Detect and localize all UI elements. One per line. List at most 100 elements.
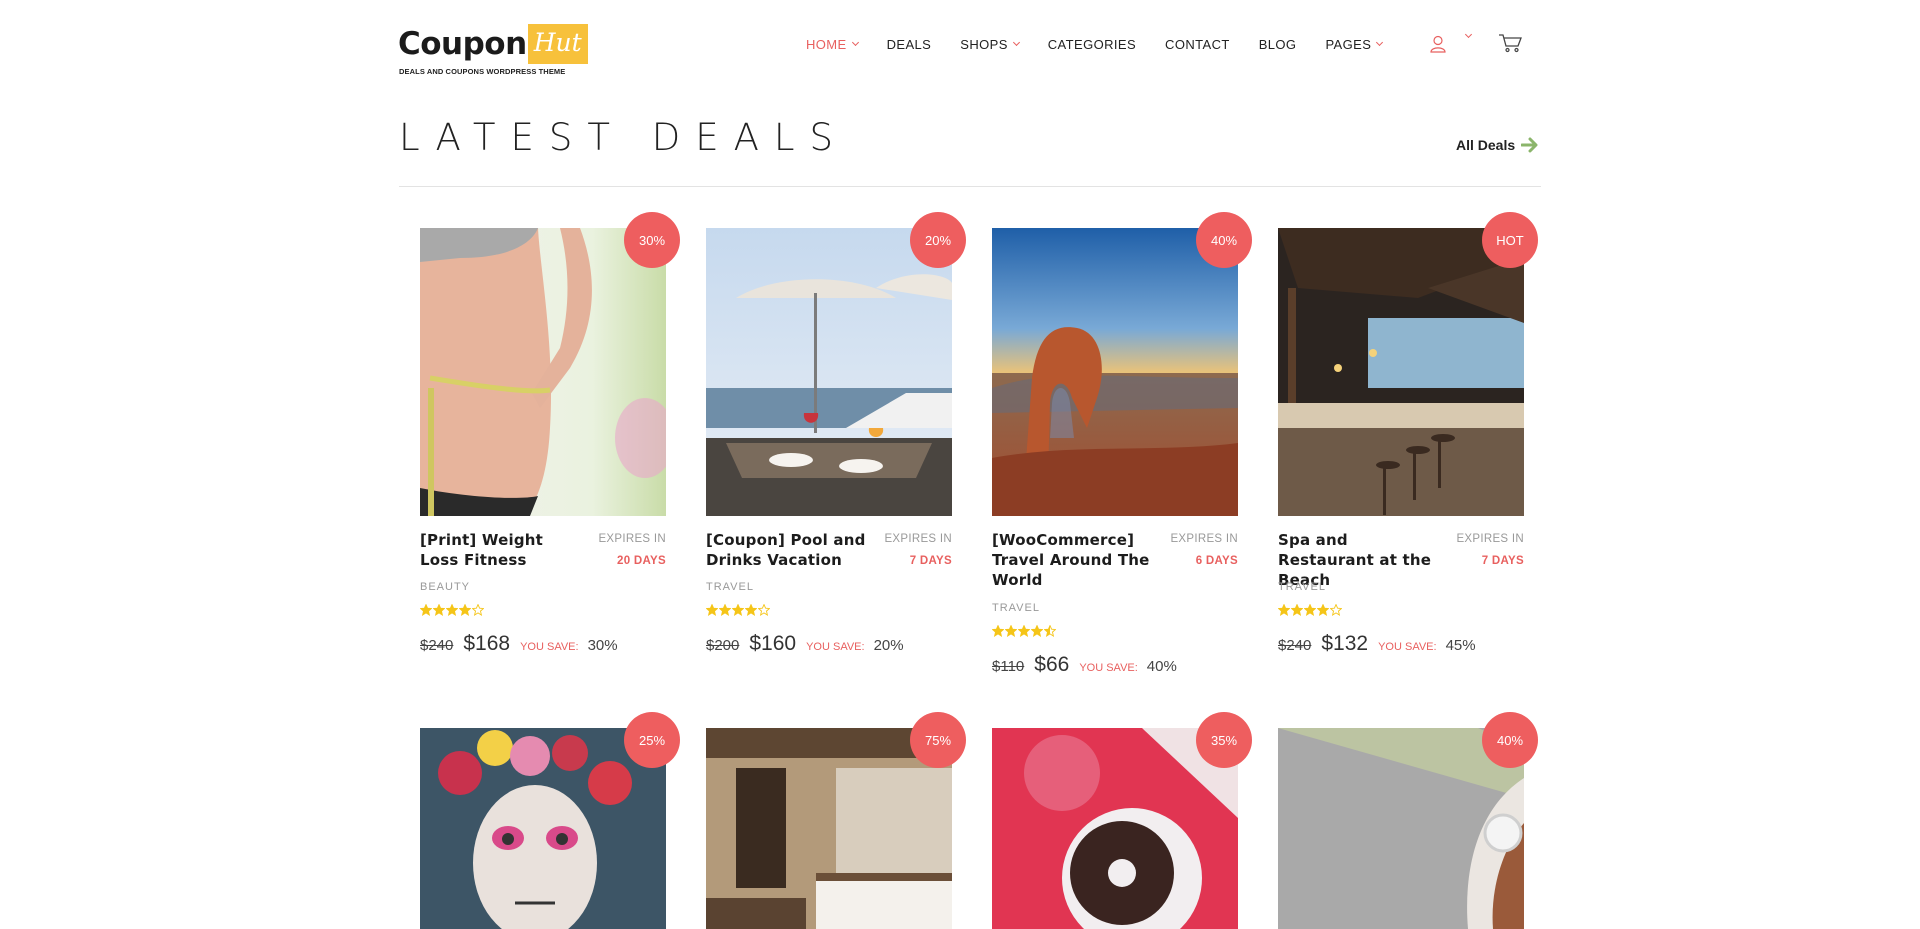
save-label: YOU SAVE: — [806, 641, 865, 653]
star-rating — [992, 625, 1056, 637]
deal-image-hotel[interactable] — [706, 728, 952, 929]
arrow-right-icon — [1521, 137, 1538, 153]
section-title: LATEST DEALS — [399, 116, 849, 159]
deal-image-headphones[interactable] — [1278, 728, 1524, 929]
section-divider — [399, 186, 1541, 187]
new-price: $168 — [463, 632, 511, 655]
deal-image-spa[interactable] — [1278, 228, 1524, 516]
deal-category[interactable]: BEAUTY — [420, 581, 470, 593]
old-price: $240 — [420, 637, 454, 654]
deal-card[interactable]: 20% [Coupon] Pool and Drinks Vacation EX… — [706, 212, 966, 688]
price-row: $110 $66 YOU SAVE: 40% — [992, 653, 1177, 677]
nav-item-categories[interactable]: CATEGORIES — [1048, 37, 1136, 52]
chevron-down-icon — [1012, 38, 1020, 46]
price-row: $240 $168 YOU SAVE: 30% — [420, 632, 618, 656]
hot-badge: HOT — [1482, 212, 1538, 268]
star-full-icon — [1031, 625, 1043, 637]
deal-card[interactable]: 75% — [706, 712, 966, 929]
old-price: $110 — [992, 658, 1025, 675]
star-full-icon — [1291, 604, 1303, 616]
nav-item-blog[interactable]: BLOG — [1259, 37, 1297, 52]
discount-badge: 40% — [1196, 212, 1252, 268]
deal-image-travel[interactable] — [992, 228, 1238, 516]
save-label: YOU SAVE: — [520, 641, 579, 653]
main-nav: HOME DEALS SHOPS CATEGORIES CONTACT BLOG… — [806, 34, 1411, 54]
all-deals-link[interactable]: All Deals — [1456, 137, 1539, 153]
discount-badge: 75% — [910, 712, 966, 768]
star-full-icon — [1317, 604, 1329, 616]
save-value: 45% — [1445, 637, 1476, 654]
star-full-icon — [446, 604, 458, 616]
nav-item-label: CATEGORIES — [1047, 36, 1137, 52]
nav-item-pages[interactable]: PAGES — [1325, 36, 1384, 52]
deal-card[interactable]: 35% — [992, 712, 1252, 929]
deal-title[interactable]: [Print] Weight Loss Fitness — [420, 530, 580, 570]
expires-value: 20 DAYS — [617, 555, 666, 567]
star-full-icon — [745, 604, 757, 616]
deal-image-donut[interactable] — [992, 728, 1238, 929]
nav-item-label: PAGES — [1325, 36, 1372, 52]
nav-item-label: SHOPS — [960, 36, 1008, 52]
user-icon[interactable] — [1430, 35, 1446, 53]
save-value: 40% — [1146, 658, 1177, 675]
star-half-icon — [1044, 625, 1056, 637]
deal-image-pool[interactable] — [706, 228, 952, 516]
expires-label: EXPIRES IN — [1170, 533, 1238, 545]
star-full-icon — [992, 625, 1004, 637]
save-value: 30% — [587, 637, 618, 654]
star-full-icon — [706, 604, 718, 616]
deal-card[interactable]: 40% — [1278, 712, 1538, 929]
nav-item-shops[interactable]: SHOPS — [960, 36, 1020, 52]
star-full-icon — [732, 604, 744, 616]
logo-mark: Coupon Hut — [398, 24, 588, 64]
chevron-down-icon — [851, 38, 859, 46]
new-price: $132 — [1321, 632, 1369, 655]
star-empty-icon — [472, 604, 484, 616]
cart-icon[interactable] — [1498, 32, 1522, 54]
old-price: $240 — [1278, 637, 1312, 654]
site-logo[interactable]: Coupon Hut DEALS AND COUPONS WORDPRESS T… — [398, 24, 588, 80]
save-label: YOU SAVE: — [1378, 641, 1437, 653]
nav-item-label: DEALS — [886, 36, 932, 52]
discount-badge: 30% — [624, 212, 680, 268]
star-full-icon — [420, 604, 432, 616]
new-price: $160 — [749, 632, 797, 655]
logo-tagline: DEALS AND COUPONS WORDPRESS THEME — [399, 67, 566, 76]
deal-category[interactable]: TRAVEL — [1278, 581, 1326, 593]
deal-card[interactable]: 40% [WooCommerce] Travel Around The Worl… — [992, 212, 1252, 688]
expires-label: EXPIRES IN — [598, 533, 666, 545]
discount-badge: 20% — [910, 212, 966, 268]
price-row: $240 $132 YOU SAVE: 45% — [1278, 632, 1476, 656]
deal-title[interactable]: [Coupon] Pool and Drinks Vacation — [706, 530, 866, 570]
star-empty-icon — [1330, 604, 1342, 616]
save-label: YOU SAVE: — [1079, 662, 1138, 674]
nav-item-deals[interactable]: DEALS — [887, 37, 932, 52]
user-menu-chevron-icon[interactable] — [1464, 30, 1473, 39]
deal-category[interactable]: TRAVEL — [992, 602, 1040, 614]
nav-item-label: CONTACT — [1165, 36, 1230, 52]
deal-card[interactable]: 25% — [420, 712, 680, 929]
new-price: $66 — [1034, 653, 1070, 676]
deal-image-makeup[interactable] — [420, 728, 666, 929]
expires-value: 7 DAYS — [909, 555, 952, 567]
nav-item-contact[interactable]: CONTACT — [1165, 37, 1230, 52]
deal-card[interactable]: 30% [Print] Weight Loss Fitness EXPIRES … — [420, 212, 680, 688]
discount-badge: 40% — [1482, 712, 1538, 768]
star-full-icon — [433, 604, 445, 616]
nav-item-label: BLOG — [1258, 36, 1297, 52]
deal-image-fitness[interactable] — [420, 228, 666, 516]
star-rating — [706, 604, 770, 616]
deal-card[interactable]: HOT Spa and Restaurant at the Beach EXPI… — [1278, 212, 1538, 688]
star-rating — [420, 604, 484, 616]
star-full-icon — [1018, 625, 1030, 637]
chevron-down-icon — [1376, 38, 1384, 46]
deal-title[interactable]: [WooCommerce] Travel Around The World — [992, 530, 1152, 590]
expires-value: 7 DAYS — [1481, 555, 1524, 567]
expires-value: 6 DAYS — [1195, 555, 1238, 567]
star-full-icon — [719, 604, 731, 616]
deal-category[interactable]: TRAVEL — [706, 581, 754, 593]
nav-item-home[interactable]: HOME — [806, 37, 859, 52]
save-value: 20% — [873, 637, 904, 654]
star-full-icon — [1304, 604, 1316, 616]
star-rating — [1278, 604, 1342, 616]
